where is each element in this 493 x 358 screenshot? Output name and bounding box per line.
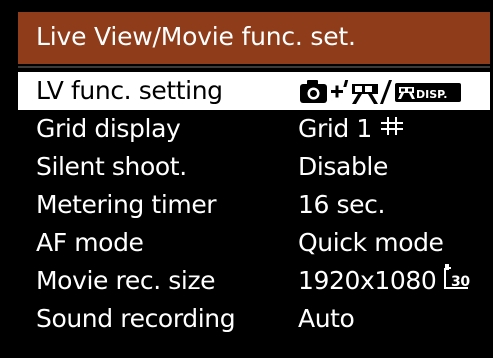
menu-item-metering-timer[interactable]: Metering timer 16 sec. xyxy=(18,186,490,224)
menu-item-value: 16 sec. xyxy=(298,190,386,219)
menu-item-label: Metering timer xyxy=(36,190,217,219)
menu-item-label: LV func. setting xyxy=(36,76,223,105)
grid-value-text: Grid 1 xyxy=(298,114,372,143)
menu-item-label: Grid display xyxy=(36,114,181,143)
grid-icon xyxy=(380,111,404,145)
menu-title-bar: Live View/Movie func. set. xyxy=(18,12,490,64)
menu-item-label: AF mode xyxy=(36,228,144,257)
camera-menu-screen: Live View/Movie func. set. LV func. sett… xyxy=(0,0,493,358)
menu-item-value: 1920x1080 30 xyxy=(298,263,471,300)
menu-item-movie-rec-size[interactable]: Movie rec. size 1920x1080 30 xyxy=(18,262,490,300)
menu-title: Live View/Movie func. set. xyxy=(36,22,356,51)
camera-icon xyxy=(300,80,327,103)
menu-item-label: Silent shoot. xyxy=(36,152,187,181)
menu-item-label: Movie rec. size xyxy=(36,266,216,295)
menu-item-value: Disable xyxy=(298,152,388,181)
disp-text: DISP. xyxy=(416,88,447,101)
camera-plus-movie-display-icon: DISP. xyxy=(298,77,488,105)
menu-item-grid-display[interactable]: Grid display Grid 1 xyxy=(18,110,490,148)
frame-rate-30-icon: 30 xyxy=(444,263,471,298)
menu-item-lv-func-setting[interactable]: LV func. setting DISP. xyxy=(18,72,490,110)
frame-rate-text: 30 xyxy=(451,274,470,289)
menu-item-sound-recording[interactable]: Sound recording Auto xyxy=(18,300,490,338)
movie-camera-icon xyxy=(352,84,378,104)
menu-item-value: Grid 1 xyxy=(298,112,404,147)
display-info-icon: DISP. xyxy=(395,83,461,102)
menu-item-value: Auto xyxy=(298,304,355,333)
plus-icon xyxy=(331,85,343,98)
menu-item-label: Sound recording xyxy=(36,304,236,333)
title-divider xyxy=(18,66,490,68)
menu-list: LV func. setting DISP. Grid display Grid… xyxy=(18,72,490,338)
menu-item-silent-shoot[interactable]: Silent shoot. Disable xyxy=(18,148,490,186)
menu-item-af-mode[interactable]: AF mode Quick mode xyxy=(18,224,490,262)
menu-item-value: Quick mode xyxy=(298,228,444,257)
movie-size-text: 1920x1080 xyxy=(298,266,437,295)
